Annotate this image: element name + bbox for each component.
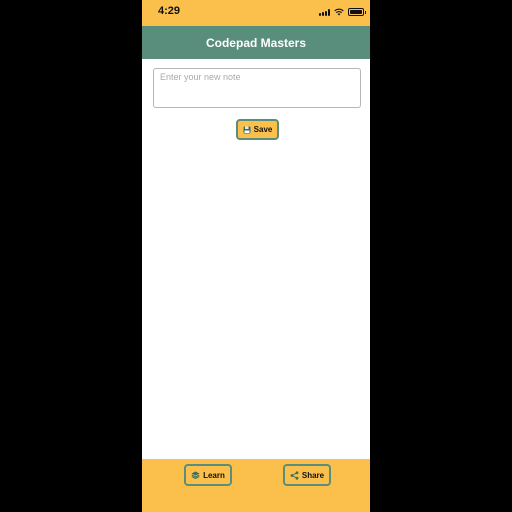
app-screen: 4:29 Codepad Masters Enter your new note…	[142, 0, 370, 512]
footer-bar: Learn Share	[142, 459, 370, 512]
signal-icon	[319, 8, 330, 16]
share-icon	[290, 470, 299, 480]
share-button-label: Share	[301, 470, 325, 480]
learn-button-label: Learn	[203, 470, 225, 480]
note-input[interactable]	[153, 68, 361, 108]
status-time: 4:29	[158, 5, 181, 17]
floppy-disk-icon	[243, 126, 251, 134]
save-button-label: Save	[253, 125, 273, 134]
status-bar: 4:29	[142, 0, 370, 26]
status-icons	[319, 7, 366, 17]
learn-button[interactable]: Learn	[184, 464, 232, 486]
wifi-icon	[334, 8, 344, 16]
app-header: Codepad Masters	[142, 26, 370, 59]
layers-icon	[191, 471, 200, 479]
battery-icon	[348, 8, 366, 16]
page-title: Codepad Masters	[205, 35, 307, 50]
save-button[interactable]: Save	[236, 119, 279, 140]
share-button[interactable]: Share	[283, 464, 331, 486]
